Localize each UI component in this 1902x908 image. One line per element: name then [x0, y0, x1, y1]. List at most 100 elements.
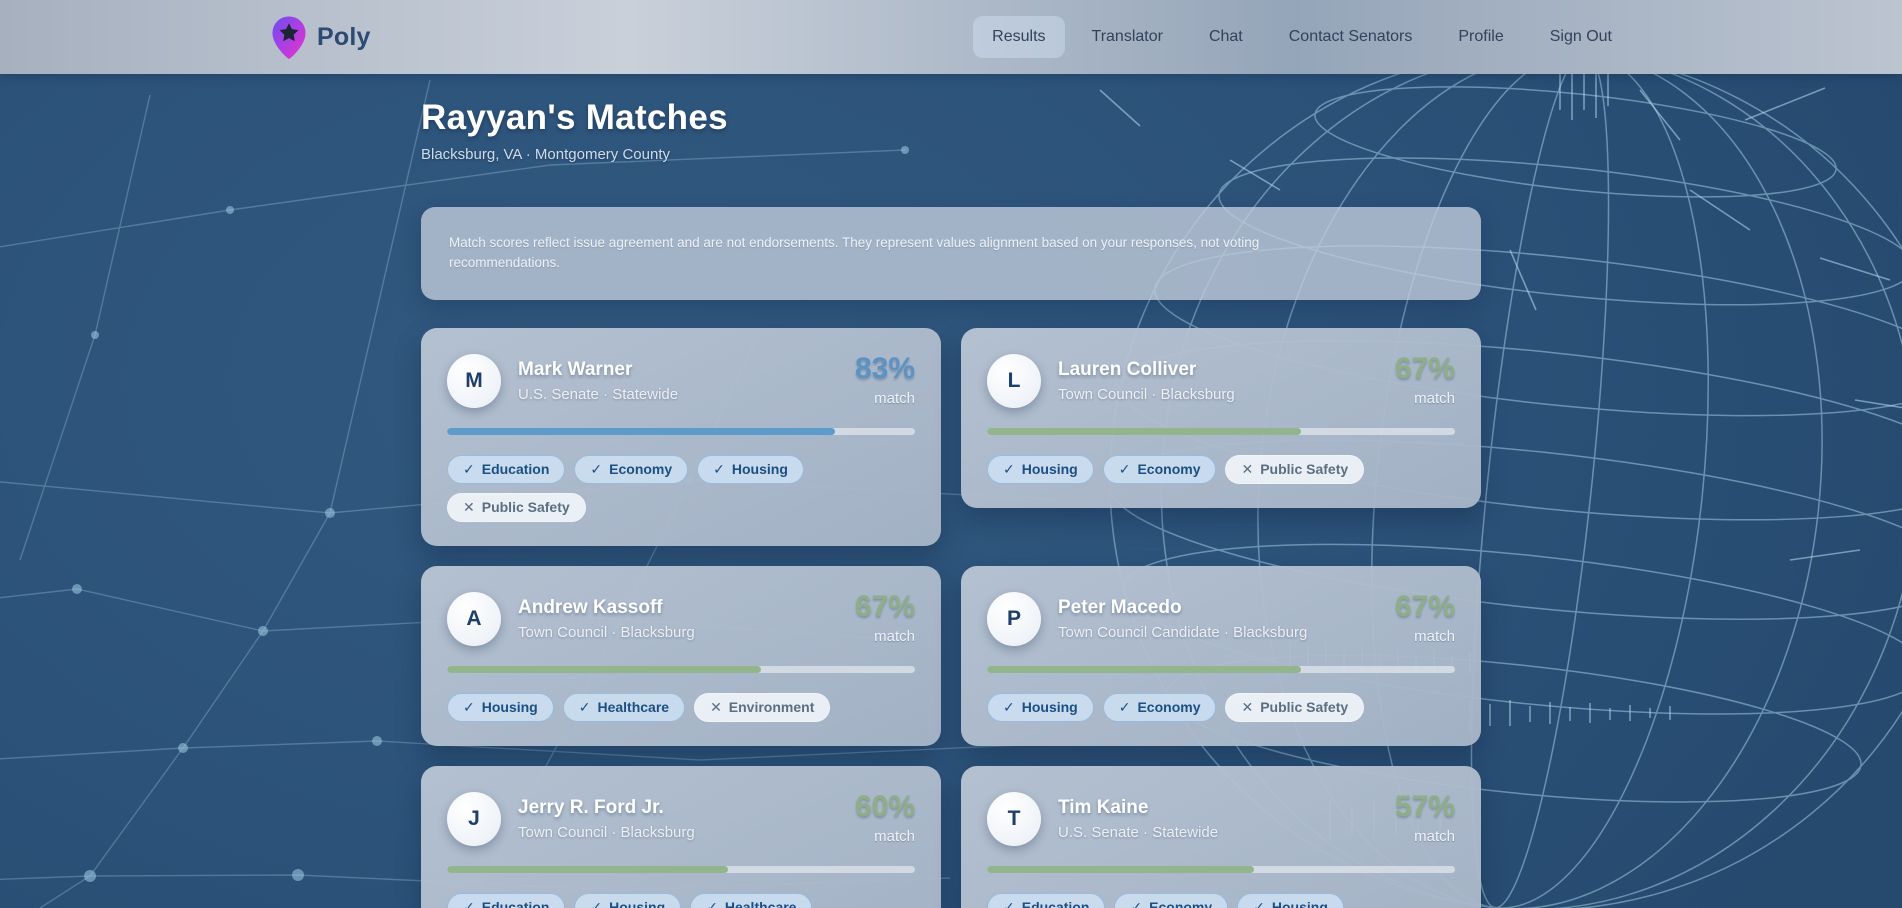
match-card-lauren-colliver[interactable]: L Lauren Colliver Town Council · Blacksbur…	[961, 327, 1481, 508]
match-progress-track	[447, 665, 915, 673]
page-title: Rayyan's Matches	[421, 98, 728, 137]
check-icon: ✓	[1003, 460, 1015, 477]
check-icon: ✓	[463, 460, 475, 477]
issue-tag-label: Housing	[1021, 461, 1078, 477]
match-card-header: T Tim Kaine U.S. Senate · Statewide 57% matc…	[987, 790, 1455, 846]
match-progress-fill	[447, 865, 728, 873]
candidate-role: Town Council · Blacksburg	[518, 623, 695, 641]
match-card-peter-macedo[interactable]: P Peter Macedo Town Council Candidate · Bl…	[961, 565, 1481, 746]
issue-tag-label: Housing	[1271, 899, 1328, 908]
disagree-tag-public-safety: ✕ Public Safety	[1225, 692, 1365, 722]
match-progress-track	[447, 427, 915, 435]
check-icon: ✓	[1003, 698, 1015, 715]
check-icon: ✓	[713, 460, 725, 477]
issue-tag-label: Environment	[728, 699, 815, 715]
issue-tags: ✓ Housing ✓ Economy ✕ Public Safety	[987, 454, 1455, 484]
check-icon: ✓	[1003, 898, 1015, 908]
x-icon: ✕	[1241, 460, 1254, 477]
logo-pin-icon	[271, 15, 307, 60]
match-percent: 60%	[854, 790, 915, 823]
nav-item-chat[interactable]: Chat	[1190, 16, 1262, 58]
match-card-tim-kaine[interactable]: T Tim Kaine U.S. Senate · Statewide 57% matc…	[961, 765, 1481, 908]
issue-tags: ✓Education✓Housing✓Healthcare✕Environmen…	[447, 892, 915, 908]
check-icon: ✓	[590, 460, 603, 477]
agree-tag-healthcare: ✓ Healthcare	[562, 692, 686, 722]
agree-tag-education: ✓ Education	[447, 892, 566, 908]
candidate-name: Tim Kaine	[1058, 796, 1149, 818]
issue-tags: ✓ Housing ✓ Healthcare ✕ Environment	[447, 692, 915, 722]
location-subtitle: Blacksburg, VA · Montgomery County	[421, 146, 670, 163]
match-percent: 57%	[1394, 790, 1455, 823]
candidate-identity: Tim Kaine U.S. Senate · Statewide	[1058, 797, 1218, 841]
match-percent: 67%	[1394, 590, 1455, 623]
nav-item-translator[interactable]: Translator	[1073, 16, 1182, 58]
match-progress-fill	[987, 865, 1254, 873]
check-icon: ✓	[1253, 898, 1265, 908]
brand-name: Poly	[317, 22, 371, 51]
issue-tag-label: Education	[1021, 899, 1090, 908]
candidate-name: Peter Macedo	[1058, 596, 1182, 618]
match-card-jerry-r-ford-jr[interactable]: J Jerry R. Ford Jr. Town Council · Blacksb…	[421, 765, 941, 908]
agree-tag-economy: ✓ Economy	[1114, 892, 1229, 908]
issue-tag-label: Healthcare	[597, 699, 670, 715]
candidate-identity: Lauren Colliver Town Council · Blacksburg	[1058, 359, 1235, 403]
nav-item-sign-out[interactable]: Sign Out	[1531, 16, 1631, 58]
match-caption: match	[874, 628, 915, 645]
candidate-avatar: J	[447, 791, 501, 846]
nav-item-results[interactable]: Results	[973, 16, 1065, 58]
agree-tag-economy: ✓ Economy	[1102, 454, 1217, 484]
agree-tag-education: ✓ Education	[987, 892, 1106, 908]
match-progress-fill	[987, 665, 1301, 673]
issue-tags: ✓ Education ✓ Economy ✓ Housing ✕ Public Safety	[447, 454, 915, 522]
match-card-header: J Jerry R. Ford Jr. Town Council · Blacksb…	[447, 790, 915, 846]
nav-item-profile[interactable]: Profile	[1439, 16, 1522, 58]
agree-tag-housing: ✓ Housing	[1237, 892, 1344, 908]
candidate-avatar: T	[987, 791, 1041, 846]
candidate-role: Town Council · Blacksburg	[1058, 385, 1235, 403]
match-card-andrew-kassoff[interactable]: A Andrew Kassoff Town Council · Blacksburg…	[421, 565, 941, 746]
match-progress-track	[987, 665, 1455, 673]
disagree-tag-public-safety: ✕ Public Safety	[447, 492, 586, 522]
nav-item-contact-senators[interactable]: Contact Senators	[1270, 16, 1432, 58]
disagree-tag-environment: ✕ Environment	[694, 692, 831, 722]
check-icon: ✓	[463, 698, 475, 715]
match-caption: match	[1414, 628, 1455, 645]
issue-tag-label: Education	[481, 899, 550, 908]
match-card-header: L Lauren Colliver Town Council · Blacksbur…	[987, 353, 1455, 408]
match-score-box: 67% match	[1395, 354, 1455, 408]
candidate-role: U.S. Senate · Statewide	[1058, 823, 1219, 841]
match-score-box: 83% match	[855, 354, 915, 408]
issue-tag-label: Healthcare	[724, 899, 797, 908]
candidate-avatar: P	[987, 591, 1041, 646]
candidate-identity: Mark Warner U.S. Senate · Statewide	[518, 359, 678, 403]
match-caption: match	[874, 828, 915, 845]
match-card-header: P Peter Macedo Town Council Candidate · Bl…	[987, 590, 1455, 646]
match-caption: match	[1414, 390, 1455, 407]
candidate-role: U.S. Senate · Statewide	[518, 385, 679, 403]
check-icon: ✓	[578, 698, 591, 715]
issue-tag-label: Public Safety	[1260, 461, 1349, 477]
disclaimer-text: Match scores reflect issue agreement and…	[449, 235, 1260, 271]
agree-tag-housing: ✓ Housing	[697, 454, 804, 484]
match-card-header: M Mark Warner U.S. Senate · Statewide 83% ma…	[447, 353, 915, 408]
x-icon: ✕	[1241, 698, 1254, 715]
match-progress-fill	[447, 665, 761, 673]
check-icon: ✓	[1130, 898, 1143, 908]
check-icon: ✓	[706, 898, 718, 908]
candidate-identity: Andrew Kassoff Town Council · Blacksburg	[518, 597, 695, 641]
candidate-avatar: L	[987, 353, 1041, 408]
agree-tag-education: ✓ Education	[447, 454, 566, 484]
match-card-mark-warner[interactable]: M Mark Warner U.S. Senate · Statewide 83% ma…	[421, 327, 941, 546]
match-caption: match	[874, 390, 915, 407]
issue-tag-label: Public Safety	[1260, 699, 1349, 715]
main-nav: Results Translator Chat Contact Senators Pro…	[973, 16, 1631, 58]
top-nav-bar: Poly Results Translator Chat Contact Senato…	[0, 0, 1902, 74]
candidate-name: Mark Warner	[518, 358, 633, 380]
check-icon: ✓	[1118, 460, 1131, 477]
brand[interactable]: Poly	[271, 15, 371, 60]
candidate-name: Lauren Colliver	[1058, 358, 1197, 380]
candidate-role: Town Council Candidate · Blacksburg	[1058, 623, 1308, 641]
issue-tag-label: Housing	[1021, 699, 1078, 715]
issue-tag-label: Housing	[731, 461, 788, 477]
candidate-identity: Peter Macedo Town Council Candidate · Bla…	[1058, 597, 1307, 641]
